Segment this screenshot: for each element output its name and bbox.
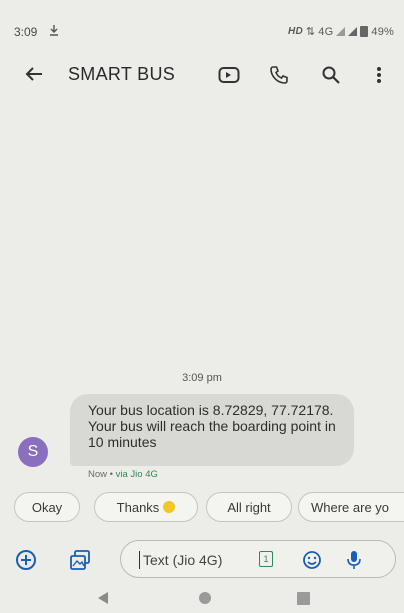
avatar[interactable]: S xyxy=(18,437,48,467)
gallery-icon[interactable] xyxy=(66,546,94,574)
smart-reply-chip[interactable]: Okay xyxy=(14,492,80,522)
hd-label: HD xyxy=(288,26,303,37)
message-bubble[interactable]: Your bus location is 8.72829, 77.72178. … xyxy=(70,394,354,466)
app-bar: SMART BUS xyxy=(0,50,404,98)
search-icon[interactable] xyxy=(318,62,344,88)
status-bar: 3:09 HD ⇅ 4G 49% xyxy=(0,0,404,39)
smart-reply-chip[interactable]: Where are yo xyxy=(298,492,404,522)
phone-icon[interactable] xyxy=(266,62,292,88)
conversation-title: SMART BUS xyxy=(68,64,176,84)
battery-percent: 49% xyxy=(371,25,394,38)
smart-reply-chip[interactable]: Thanks xyxy=(94,492,198,522)
data-transfer-icon: ⇅ xyxy=(305,26,316,38)
smart-reply-bar: Okay Thanks All right Where are yo xyxy=(14,492,404,524)
message-meta-time: Now xyxy=(88,469,108,480)
message-meta: Now • via Jio 4G xyxy=(88,469,158,480)
compose-bar: 1 xyxy=(0,540,404,580)
system-nav-bar xyxy=(0,585,404,613)
nav-back-icon[interactable] xyxy=(96,591,110,610)
avatar-initial: S xyxy=(27,443,39,460)
status-indicators: HD ⇅ 4G 49% xyxy=(288,25,394,39)
status-time: 3:09 xyxy=(14,25,38,39)
smart-reply-label: Thanks xyxy=(116,499,160,515)
smart-reply-chip[interactable]: All right xyxy=(206,492,292,522)
message-timestamp: 3:09 pm xyxy=(182,372,222,384)
video-call-icon[interactable] xyxy=(216,62,242,88)
nav-home-icon[interactable] xyxy=(198,591,212,610)
smiley-icon xyxy=(163,501,176,513)
battery-icon xyxy=(360,26,369,37)
text-cursor xyxy=(139,551,140,569)
add-circle-icon[interactable] xyxy=(12,546,40,574)
smart-reply-label: All right xyxy=(227,499,271,515)
message-meta-via: via Jio 4G xyxy=(115,469,158,480)
smart-reply-label: Where are yo xyxy=(311,499,390,515)
emoji-icon[interactable] xyxy=(301,549,323,571)
smart-reply-label: Okay xyxy=(31,499,63,515)
messaging-screen: 3:09 HD ⇅ 4G 49% SMART BUS 3:09 pm S You… xyxy=(0,0,404,613)
nav-recents-icon[interactable] xyxy=(297,592,310,610)
message-input-field[interactable]: 1 xyxy=(120,540,396,578)
message-text: Your bus location is 8.72829, 77.72178. … xyxy=(88,402,336,450)
network-label: 4G xyxy=(318,25,334,38)
more-vert-icon[interactable] xyxy=(366,62,392,88)
signal-icon xyxy=(348,27,358,36)
meta-separator: • xyxy=(107,469,116,480)
sim-selector-badge[interactable]: 1 xyxy=(259,551,273,567)
download-arrow-icon xyxy=(48,24,60,39)
message-input[interactable] xyxy=(141,549,245,571)
back-arrow-icon[interactable] xyxy=(22,62,46,86)
signal-icon xyxy=(336,27,346,36)
mic-icon[interactable] xyxy=(343,549,365,571)
